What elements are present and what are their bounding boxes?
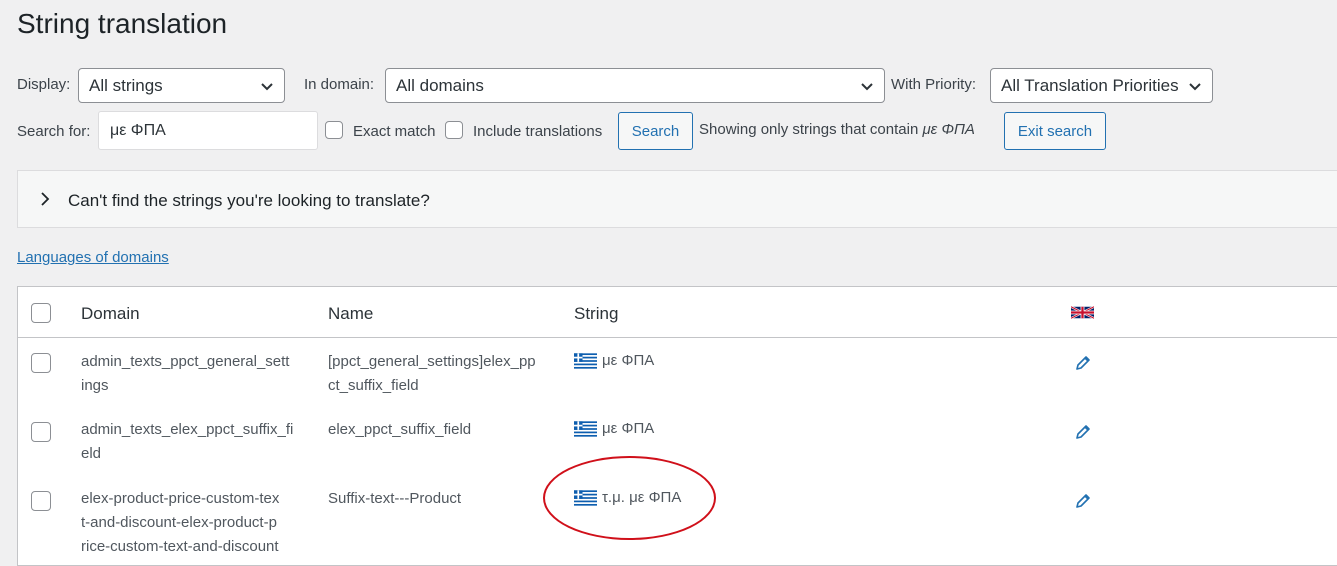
row-domain: admin_texts_elex_ppct_suffix_fi eld bbox=[81, 418, 293, 466]
page-title: String translation bbox=[17, 8, 228, 39]
search-label: Search for: bbox=[17, 123, 91, 140]
search-button[interactable]: Search bbox=[618, 112, 693, 150]
include-translations-checkbox[interactable] bbox=[445, 121, 463, 139]
row-string-text: με ΦΠΑ bbox=[602, 352, 655, 369]
row-domain-line: admin_texts_ppct_general_sett bbox=[81, 353, 290, 370]
domain-select-value: All domains bbox=[396, 75, 484, 95]
search-status-term: με ΦΠΑ bbox=[922, 121, 975, 138]
row-domain-line: admin_texts_elex_ppct_suffix_fi bbox=[81, 421, 294, 438]
exit-search-button[interactable]: Exit search bbox=[1004, 112, 1106, 150]
exact-match-label: Exact match bbox=[353, 123, 436, 140]
row-checkbox[interactable] bbox=[31, 353, 51, 373]
row-name: elex_ppct_suffix_field bbox=[328, 418, 471, 442]
pencil-icon[interactable] bbox=[1074, 423, 1092, 441]
exact-match-checkbox[interactable] bbox=[325, 121, 343, 139]
search-status-prefix: Showing only strings that contain bbox=[699, 121, 919, 138]
row-checkbox[interactable] bbox=[31, 422, 51, 442]
display-label: Display: bbox=[17, 76, 71, 93]
help-panel[interactable]: Can't find the strings you're looking to… bbox=[17, 170, 1337, 228]
priority-label: With Priority: bbox=[891, 76, 977, 93]
row-name-line: [ppct_general_settings]elex_pp bbox=[328, 353, 536, 370]
row-domain: admin_texts_ppct_general_sett ings bbox=[81, 350, 289, 398]
chevron-right-icon bbox=[41, 192, 50, 206]
help-panel-text: Can't find the strings you're looking to… bbox=[68, 191, 430, 210]
priority-select-value: All Translation Priorities bbox=[1001, 75, 1179, 95]
languages-of-domains-link[interactable]: Languages of domains bbox=[17, 249, 169, 266]
row-string: τ.μ. με ΦΠΑ bbox=[574, 489, 681, 506]
greece-flag-icon bbox=[574, 420, 597, 437]
column-header-string[interactable]: String bbox=[574, 304, 618, 324]
table-header-divider bbox=[18, 337, 1337, 338]
display-select[interactable]: All strings bbox=[78, 68, 285, 103]
column-header-domain[interactable]: Domain bbox=[81, 304, 140, 324]
strings-table: Domain Name String admin_texts_ppct_gene… bbox=[17, 286, 1337, 566]
row-name-line: elex_ppct_suffix_field bbox=[328, 421, 472, 438]
row-string: με ΦΠΑ bbox=[574, 420, 654, 437]
domain-select[interactable]: All domains bbox=[385, 68, 885, 103]
search-status-text: Showing only strings that contain με ΦΠΑ bbox=[699, 121, 975, 138]
row-domain: elex-product-price-custom-tex t-and-disc… bbox=[81, 487, 279, 559]
pencil-icon[interactable] bbox=[1074, 354, 1092, 372]
include-translations-label: Include translations bbox=[473, 123, 603, 140]
row-string-text: με ΦΠΑ bbox=[602, 420, 655, 437]
chevron-down-icon bbox=[861, 83, 873, 91]
row-name-line: ct_suffix_field bbox=[328, 377, 419, 394]
row-checkbox[interactable] bbox=[31, 491, 51, 511]
pencil-icon[interactable] bbox=[1074, 492, 1092, 510]
search-input[interactable]: με ΦΠΑ bbox=[98, 111, 318, 150]
priority-select[interactable]: All Translation Priorities bbox=[990, 68, 1213, 103]
row-string-text: τ.μ. με ΦΠΑ bbox=[602, 489, 682, 506]
row-domain-line: elex-product-price-custom-tex bbox=[81, 490, 280, 507]
chevron-down-icon bbox=[261, 83, 273, 91]
column-header-name[interactable]: Name bbox=[328, 304, 373, 324]
domain-label: In domain: bbox=[304, 76, 375, 93]
greece-flag-icon bbox=[574, 352, 597, 369]
row-name: [ppct_general_settings]elex_pp ct_suffix… bbox=[328, 350, 536, 398]
select-all-checkbox[interactable] bbox=[31, 303, 51, 323]
row-domain-line: rice-custom-text-and-discount bbox=[81, 538, 279, 555]
row-name: Suffix-text---Product bbox=[328, 487, 461, 511]
chevron-down-icon bbox=[1189, 83, 1201, 91]
row-domain-line: eld bbox=[81, 445, 102, 462]
greece-flag-icon bbox=[574, 489, 597, 506]
uk-flag-icon bbox=[1071, 305, 1094, 320]
search-input-value: με ΦΠΑ bbox=[110, 121, 166, 139]
row-name-line: Suffix-text---Product bbox=[328, 490, 462, 507]
row-domain-line: ings bbox=[81, 377, 109, 394]
display-select-value: All strings bbox=[89, 75, 163, 95]
row-domain-line: t-and-discount-elex-product-p bbox=[81, 514, 277, 531]
row-string: με ΦΠΑ bbox=[574, 352, 654, 369]
